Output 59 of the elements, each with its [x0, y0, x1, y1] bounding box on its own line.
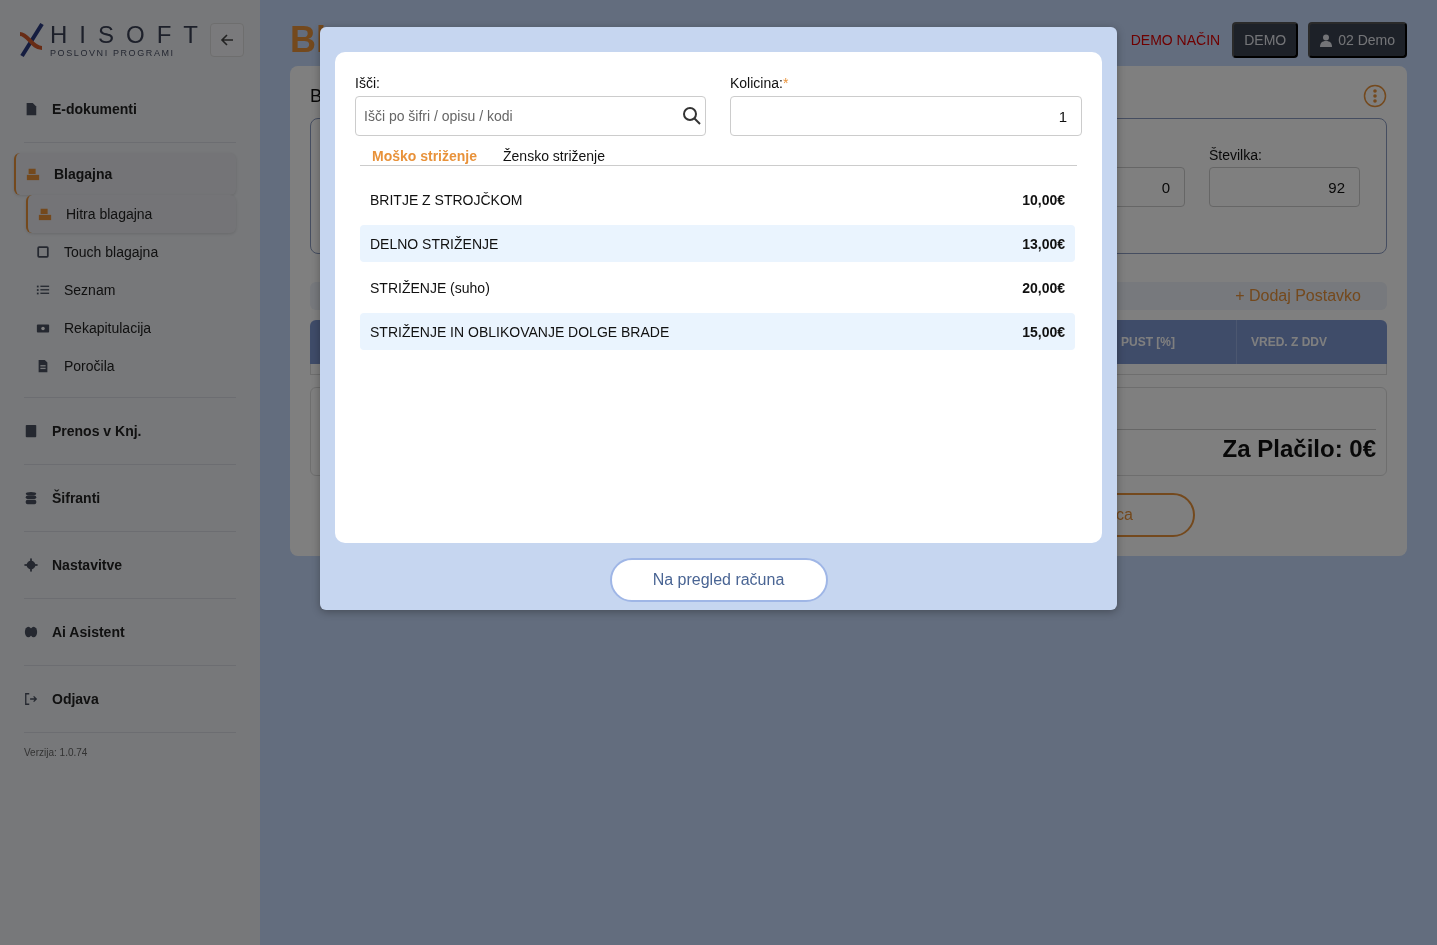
- back-arrow-icon: [220, 33, 234, 47]
- sidebar-item[interactable]: Šifranti: [24, 490, 101, 506]
- quantity-label: Kolicina:*: [730, 75, 790, 91]
- mode-label: DEMO NAČIN: [1130, 32, 1221, 48]
- service-price: 13,00€: [1022, 235, 1065, 252]
- search-icon[interactable]: [682, 106, 702, 126]
- search-field[interactable]: Išči po šifri / opisu / kodi: [355, 96, 706, 136]
- settings-icon: [24, 558, 38, 572]
- sidebar-subitem[interactable]: Seznam: [24, 271, 236, 309]
- service-price: 20,00€: [1022, 279, 1065, 296]
- total-amount: Za Plačilo: 0€: [1221, 434, 1376, 463]
- book-icon: [24, 424, 38, 438]
- cash-register-icon: [38, 207, 52, 221]
- category-tab[interactable]: Moško striženje: [372, 146, 478, 166]
- logo-name: HISOFT: [50, 22, 210, 48]
- collapse-button[interactable]: [210, 23, 244, 57]
- column-header: VRED. Z DDV: [1251, 335, 1327, 349]
- logo-tagline: POSLOVNI PROGRAMI: [50, 48, 176, 58]
- cash-register-icon: [26, 167, 40, 181]
- card-heading: B: [310, 85, 322, 107]
- service-name: DELNO STRIŽENJE: [370, 235, 499, 252]
- tablet-icon: [36, 245, 50, 259]
- service-name: STRIŽENJE IN OBLIKOVANJE DOLGE BRADE: [370, 323, 670, 340]
- column-header: PUST [%]: [1121, 335, 1175, 349]
- version-label: Verzija: 1.0.74: [24, 747, 89, 758]
- service-row[interactable]: DELNO STRIŽENJE 13,00€: [360, 225, 1075, 262]
- service-row[interactable]: STRIŽENJE IN OBLIKOVANJE DOLGE BRADE 15,00€: [360, 313, 1075, 350]
- database-icon: [24, 491, 38, 505]
- service-price: 10,00€: [1022, 191, 1065, 208]
- sidebar-subitem[interactable]: Poročila: [24, 347, 236, 385]
- user-icon: [1320, 33, 1333, 47]
- list-icon: [36, 283, 50, 297]
- service-name: BRITJE Z STROJČKOM: [370, 191, 523, 208]
- logo-icon: [18, 20, 46, 60]
- sidebar-item[interactable]: Odjava: [24, 691, 99, 707]
- search-label: Išči:: [355, 75, 381, 91]
- sidebar-subitem[interactable]: Touch blagajna: [24, 233, 236, 271]
- sidebar-item[interactable]: Blagajna: [14, 153, 236, 195]
- demo-button[interactable]: DEMO: [1232, 22, 1299, 58]
- sidebar-item[interactable]: Prenos v Knj.: [24, 423, 142, 439]
- sidebar-subitem[interactable]: Rekapitulacija: [24, 309, 236, 347]
- number-field[interactable]: 92: [1209, 167, 1360, 207]
- sidebar-subitem[interactable]: Hitra blagajna: [26, 195, 236, 233]
- review-button[interactable]: Na pregled računa: [609, 558, 828, 602]
- brain-icon: [24, 625, 38, 639]
- user-button[interactable]: 02 Demo: [1308, 22, 1407, 58]
- sidebar-item[interactable]: Nastavitve: [24, 557, 123, 573]
- sidebar-item[interactable]: Ai Asistent: [24, 624, 125, 640]
- document-icon: [24, 102, 38, 116]
- service-price: 15,00€: [1022, 323, 1065, 340]
- field-label: Številka:: [1209, 147, 1263, 163]
- service-name: STRIŽENJE (suho): [370, 279, 490, 296]
- logout-icon: [24, 692, 38, 706]
- report-icon: [36, 359, 50, 373]
- service-row[interactable]: STRIŽENJE (suho) 20,00€: [360, 269, 1075, 306]
- sidebar-item[interactable]: E-dokumenti: [24, 101, 137, 117]
- quantity-field[interactable]: 1: [730, 96, 1082, 136]
- more-icon[interactable]: [1363, 84, 1387, 108]
- category-tab[interactable]: Žensko striženje: [503, 146, 605, 166]
